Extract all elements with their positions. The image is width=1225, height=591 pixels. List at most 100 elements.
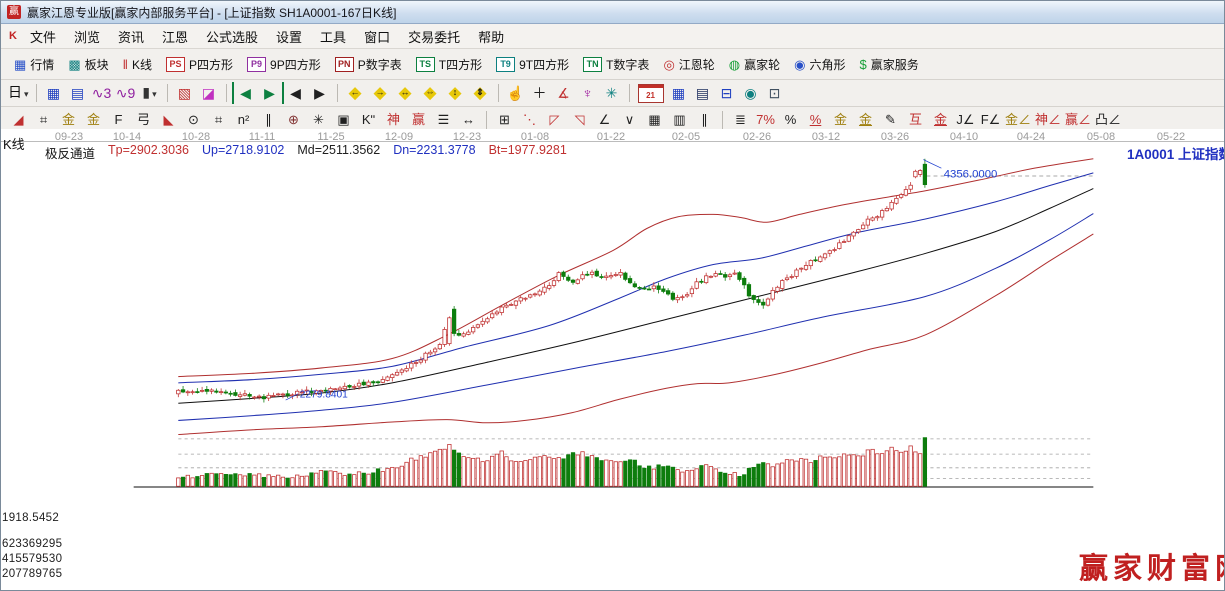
t-table-button[interactable]: TNT数字表	[576, 53, 656, 76]
quotes-button[interactable]: ▦行情	[7, 53, 61, 76]
box-grid-tool[interactable]: ⊞	[492, 109, 517, 131]
k-marks-tool[interactable]: Kʺ	[356, 109, 381, 131]
parallel-lines-tool[interactable]: ∥	[256, 109, 281, 131]
bar-grid-tool[interactable]: ▥	[667, 109, 692, 131]
diamond-shift-right[interactable]: ◆→	[368, 82, 393, 104]
winner-service-button[interactable]: $赢家服务	[853, 53, 926, 76]
menu-item-7[interactable]: 窗口	[355, 25, 399, 48]
bow-grid-tool[interactable]: 弓	[131, 109, 156, 131]
winner-wheel-button[interactable]: ◍赢家轮	[722, 53, 787, 76]
kline-chart[interactable]: 4356.00002279.8401	[1, 129, 1225, 591]
grid-tool[interactable]: ⌗	[31, 109, 56, 131]
spoke-wheel-tool[interactable]: ✳	[306, 109, 331, 131]
percent7-tool[interactable]: 7%	[753, 109, 778, 131]
n2-grid-tool[interactable]: n²	[231, 109, 256, 131]
web-chart-tool[interactable]: ✳	[600, 82, 624, 104]
slant-lines-tool[interactable]: ∥	[692, 109, 717, 131]
gann-wheel-button[interactable]: ◎江恩轮	[656, 53, 721, 76]
h-measure-tool[interactable]: ↔	[456, 109, 481, 131]
t-square-button[interactable]: TST四方形	[409, 53, 489, 76]
calculator-tool[interactable]: ▦	[667, 82, 691, 104]
brush-tool[interactable]: ◣	[156, 109, 181, 131]
diamond-expand-y[interactable]: ◆↕	[443, 82, 468, 104]
info-doc-tool[interactable]: ▤	[66, 82, 90, 104]
gold-line-tool[interactable]: 金	[853, 109, 878, 131]
pen-line-tool[interactable]: ✎	[878, 109, 903, 131]
p-square-button[interactable]: PSP四方形	[159, 53, 240, 76]
level-meter-tool[interactable]: ≣	[728, 109, 753, 131]
save-tool[interactable]: ⊟	[715, 82, 739, 104]
menu-item-8[interactable]: 交易委托	[399, 25, 469, 48]
date-tick-11-25: 11-25	[309, 131, 353, 143]
menu-item-9[interactable]: 帮助	[469, 25, 513, 48]
first-bar-button[interactable]: ◀	[232, 82, 258, 104]
wide-grid-tool[interactable]: ⌗	[206, 109, 231, 131]
box-fan-tool-2[interactable]: ◹	[567, 109, 592, 131]
next-bar-button[interactable]: ▶	[308, 82, 332, 104]
j-angle-tool[interactable]: J∠	[953, 109, 978, 131]
diamond-shift-left[interactable]: ◆←	[343, 82, 368, 104]
shen-angle-tool[interactable]: 神∠	[1033, 109, 1063, 131]
diamond-expand-x[interactable]: ◆↔	[393, 82, 418, 104]
gold-grid-tool-1[interactable]: 金	[56, 109, 81, 131]
calendar-tool[interactable]: 21	[638, 84, 664, 103]
print-tool[interactable]: ⊡	[763, 82, 787, 104]
menu-item-5[interactable]: 设置	[267, 25, 311, 48]
gold-grid-tool-2[interactable]: 金	[81, 109, 106, 131]
chart9-tool[interactable]: ∿9	[114, 82, 138, 104]
menu-item-1[interactable]: 浏览	[65, 25, 109, 48]
diamond-compress-x[interactable]: ◆⇔	[418, 82, 443, 104]
ying-angle-tool[interactable]: 赢∠	[1063, 109, 1093, 131]
p9-square-button[interactable]: P99P四方形	[240, 53, 328, 76]
f-angle-tool[interactable]: F∠	[978, 109, 1003, 131]
menu-item-3[interactable]: 江恩	[153, 25, 197, 48]
percent-tool[interactable]: %	[778, 109, 803, 131]
circle-cross-tool[interactable]: ⊕	[281, 109, 306, 131]
prev-bar-button[interactable]: ◀	[284, 82, 308, 104]
tu-angle-tool[interactable]: 凸∠	[1093, 109, 1123, 131]
fine-grid-tool[interactable]: ▦	[642, 109, 667, 131]
chart-area[interactable]: 4356.00002279.8401 K线 极反通道 Tp=2902.3036U…	[1, 129, 1225, 591]
draw-pen-tool[interactable]: ◢	[6, 109, 31, 131]
gann-pattern-tool[interactable]: ▧	[173, 82, 197, 104]
date-tick-04-24: 04-24	[1009, 131, 1053, 143]
dial-circle-tool[interactable]: ⊙	[181, 109, 206, 131]
square-target-tool[interactable]: ▣	[331, 109, 356, 131]
menu-item-4[interactable]: 公式选股	[197, 25, 267, 48]
box-fan-tool-1[interactable]: ◸	[542, 109, 567, 131]
p-table-button[interactable]: PNP数字表	[328, 53, 409, 76]
notes-tool[interactable]: ▤	[691, 82, 715, 104]
kline-button[interactable]: ‖K线	[116, 53, 159, 76]
angle-fan-tool[interactable]: ∠	[592, 109, 617, 131]
last-bar-button[interactable]: ▶	[258, 82, 284, 104]
gold-circle-tool[interactable]: 金	[828, 109, 853, 131]
hu-channel-tool[interactable]: 互	[903, 109, 928, 131]
sectors-button[interactable]: ▩板块	[61, 53, 115, 76]
menu-item-0[interactable]: 文件	[21, 25, 65, 48]
f-grid-tool[interactable]: F	[106, 109, 131, 131]
gold-angle-tool[interactable]: 金∠	[1003, 109, 1033, 131]
export-image-tool[interactable]: ◉	[739, 82, 763, 104]
gold-red-line-tool[interactable]: 金	[928, 109, 953, 131]
angle-measure-tool[interactable]: ∡	[552, 82, 576, 104]
ruler-scale-tool[interactable]: ☰	[431, 109, 456, 131]
shen-grid-tool[interactable]: 神	[381, 109, 406, 131]
candle-style-select[interactable]: ▮▾	[138, 81, 162, 105]
diamond-fit-all[interactable]: ◆⇕	[468, 82, 493, 104]
crosshair-tool[interactable]: ＋	[528, 82, 552, 104]
gann-mark-tool[interactable]: ♆	[576, 82, 600, 104]
percent-line-tool[interactable]: %	[803, 109, 828, 131]
chart3-tool[interactable]: ∿3	[90, 82, 114, 104]
menu-item-6[interactable]: 工具	[311, 25, 355, 48]
menu-item-2[interactable]: 资讯	[109, 25, 153, 48]
fan-lines-tool[interactable]: ⋱	[517, 109, 542, 131]
pan-hand-tool[interactable]: ☝	[504, 82, 528, 104]
period-day-select[interactable]: 日▾	[6, 81, 31, 105]
hexagon-button[interactable]: ◉六角形	[787, 53, 852, 76]
zigzag-tool[interactable]: ∨	[617, 109, 642, 131]
t9-square-button[interactable]: T99T四方形	[489, 53, 576, 76]
title-bar[interactable]: 赢 赢家江恩专业版[赢家内部服务平台] - [上证指数 SH1A0001-167…	[1, 1, 1224, 24]
color-histogram-tool[interactable]: ◪	[197, 82, 221, 104]
ying-grid-tool[interactable]: 赢	[406, 109, 431, 131]
window-tile-tool[interactable]: ▦	[42, 82, 66, 104]
